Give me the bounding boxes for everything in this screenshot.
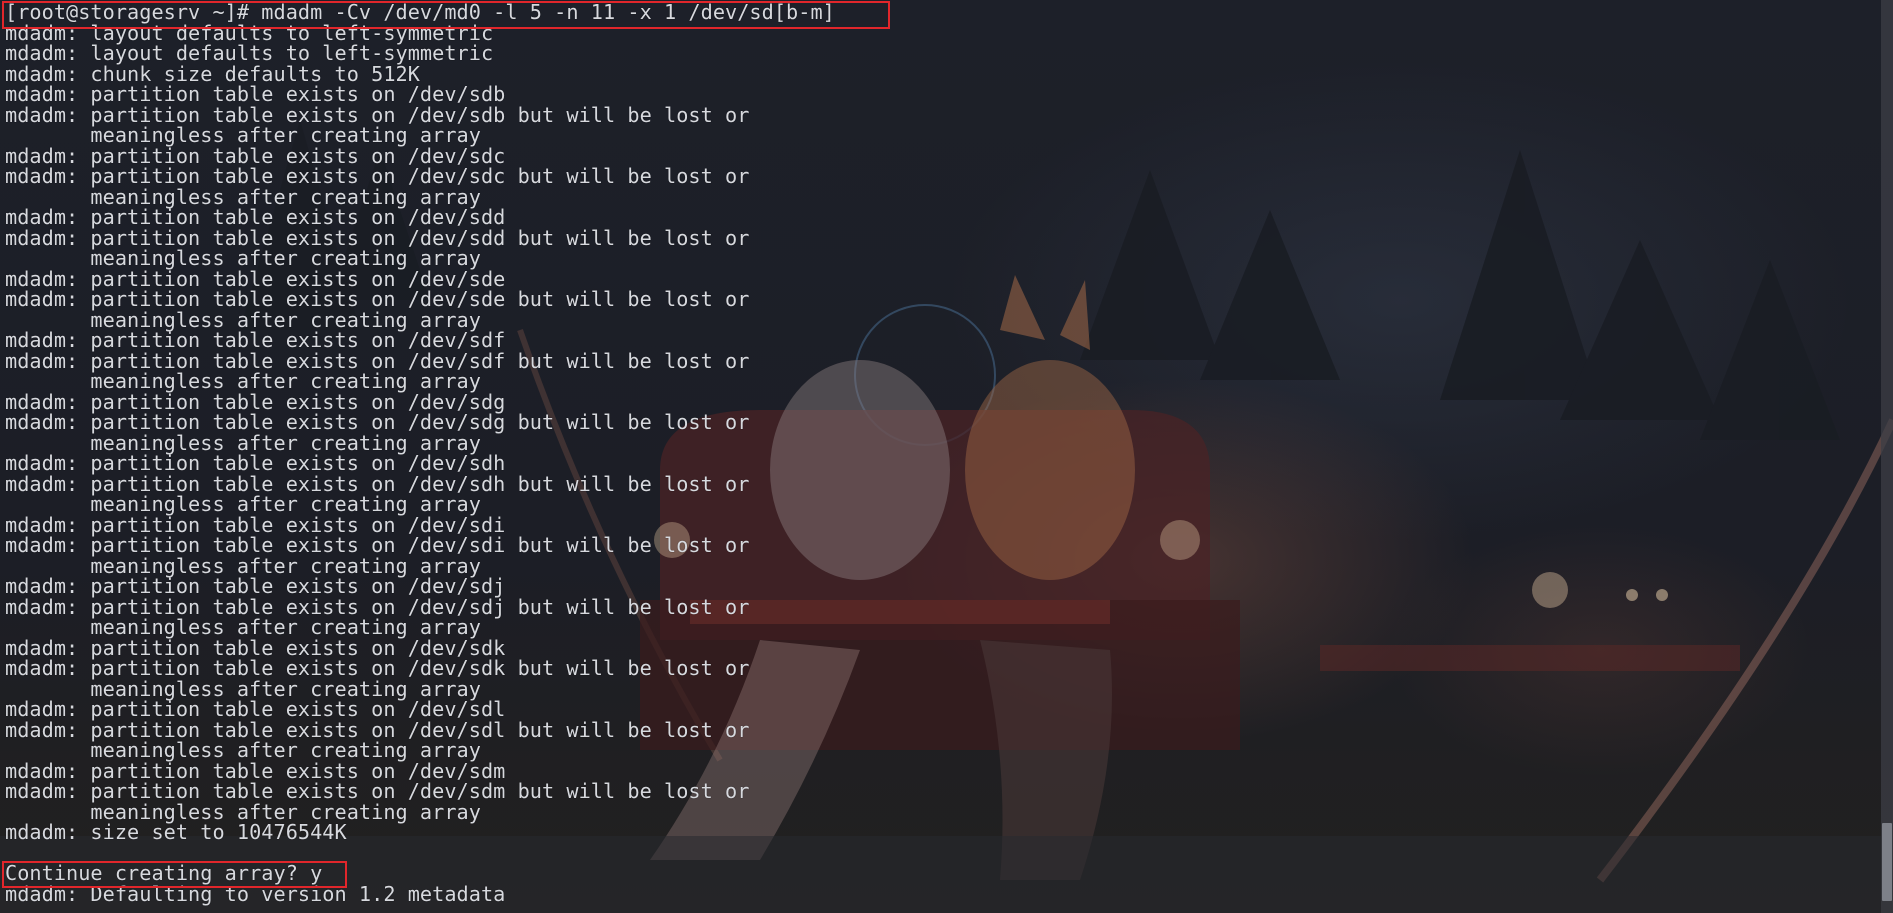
terminal-output[interactable]: [root@storagesrv ~]# mdadm -Cv /dev/md0 …	[5, 2, 1865, 912]
output-line: meaningless after creating array	[5, 246, 481, 270]
output-line: mdadm: partition table exists on /dev/sd…	[5, 82, 506, 106]
output-line: meaningless after creating array	[5, 615, 481, 639]
command-prompt-line: [root@storagesrv ~]# mdadm -Cv /dev/md0 …	[5, 2, 835, 24]
output-line: meaningless after creating array	[5, 123, 481, 147]
output-line: meaningless after creating array	[5, 492, 481, 516]
output-line: mdadm: partition table exists on /dev/sd…	[5, 656, 750, 680]
output-line: mdadm: layout defaults to left-symmetric	[5, 41, 494, 65]
output-line: meaningless after creating array	[5, 369, 481, 393]
output-line: mdadm: partition table exists on /dev/sd…	[5, 164, 750, 188]
scrollbar-thumb[interactable]	[1882, 823, 1892, 901]
output-line: mdadm: Defaulting to version 1.2 metadat…	[5, 881, 506, 906]
output-line: mdadm: partition table exists on /dev/sd…	[5, 451, 506, 475]
output-line: mdadm: partition table exists on /dev/sd…	[5, 328, 506, 352]
terminal-window[interactable]: [root@storagesrv ~]# mdadm -Cv /dev/md0 …	[0, 0, 1893, 913]
output-line: meaningless after creating array	[5, 738, 481, 762]
output-line: mdadm: partition table exists on /dev/sd…	[5, 574, 506, 598]
output-line: mdadm: partition table exists on /dev/sd…	[5, 287, 750, 311]
output-line: mdadm: partition table exists on /dev/sd…	[5, 410, 750, 434]
vertical-scrollbar[interactable]	[1881, 0, 1893, 913]
output-line: mdadm: partition table exists on /dev/sd…	[5, 205, 506, 229]
output-line: mdadm: size set to 10476544K	[5, 820, 347, 844]
output-line: mdadm: partition table exists on /dev/sd…	[5, 697, 506, 721]
continue-prompt-line: Continue creating array? y	[5, 861, 323, 885]
output-line: mdadm: partition table exists on /dev/sd…	[5, 779, 750, 803]
output-line: mdadm: partition table exists on /dev/sd…	[5, 533, 750, 557]
